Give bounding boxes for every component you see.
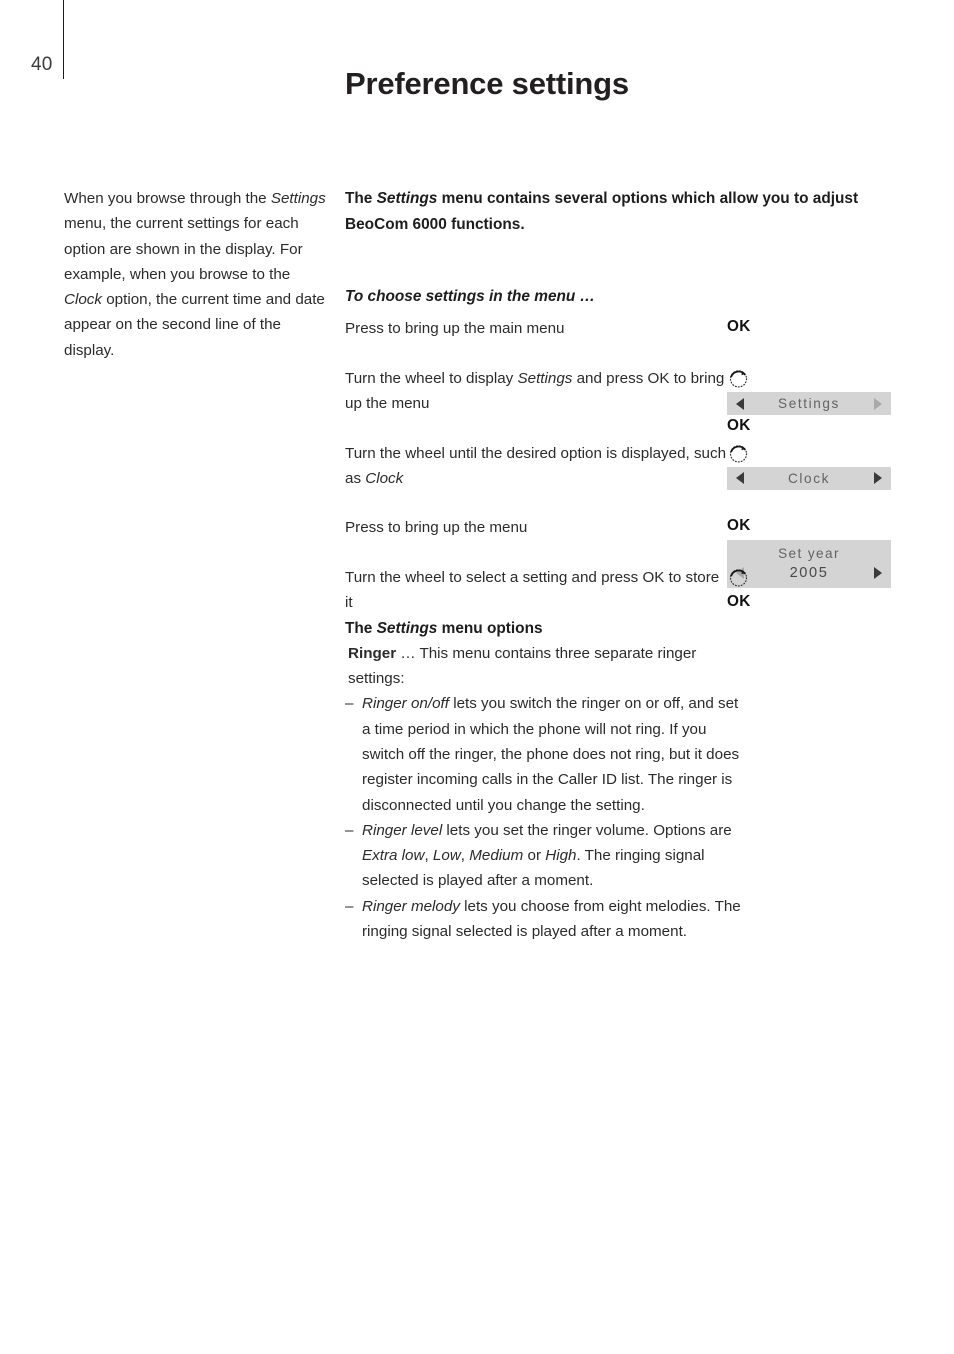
step-instruction-text: Press to bring up the menu — [345, 519, 528, 537]
step-row: Turn the wheel to select a setting and p… — [345, 565, 893, 616]
wheel-icon — [728, 567, 895, 588]
bullet-dash: – — [345, 897, 354, 915]
phone-display-bar: Settings — [727, 392, 891, 415]
ok-button-label[interactable]: OK — [727, 316, 895, 338]
list-item: – Ringer melody lets you choose from eigh… — [345, 894, 745, 945]
document-page: 40 Preference settings When you browse t… — [0, 0, 954, 1354]
phone-display-bar: Clock — [727, 466, 891, 490]
step-visual-column: Settings OK — [727, 366, 895, 437]
wheel-icon — [728, 443, 895, 464]
wheel-icon — [728, 368, 895, 389]
main-column: The Settings menu contains several optio… — [345, 186, 893, 944]
page-number: 40 — [31, 54, 53, 75]
step-row: Press to bring up the main menu OK — [345, 316, 893, 342]
list-item: – Ringer level lets you set the ringer vo… — [345, 818, 745, 894]
step-instruction-text: Press to bring up the main menu — [345, 320, 565, 337]
left-column-paragraph: When you browse through the Settings men… — [64, 190, 326, 359]
bullet-dash: – — [345, 695, 354, 713]
left-column: When you browse through the Settings men… — [64, 186, 332, 363]
arrow-right-icon — [874, 472, 882, 485]
display-box-title: Set year — [778, 545, 840, 561]
intro-paragraph: The Settings menu contains several optio… — [345, 190, 859, 233]
step-row: Press to bring up the menu OK Set year 2005 — [345, 515, 895, 589]
ok-button-label[interactable]: OK — [727, 591, 895, 613]
step-row: Turn the wheel to display Settings and p… — [345, 366, 893, 434]
step-visual-column: Clock — [727, 441, 895, 490]
section-subheading: To choose settings in the menu … — [345, 288, 595, 305]
list-item: – Ringer on/off lets you switch the ringe… — [345, 691, 745, 817]
header-vertical-rule — [63, 0, 64, 79]
step-instruction-text: Turn the wheel to select a setting and p… — [345, 569, 720, 612]
display-bar-label: Clock — [788, 470, 830, 486]
options-intro: Ringer … This menu contains three separa… — [348, 644, 697, 688]
settings-menu-options-section: The Settings menu options Ringer … This … — [345, 616, 893, 945]
options-heading: The Settings menu options — [345, 619, 543, 637]
steps-list: Press to bring up the main menu OK Turn th… — [345, 316, 893, 616]
step-instruction-text: Turn the wheel to display Settings and p… — [345, 370, 725, 413]
arrow-right-icon — [874, 397, 882, 410]
ok-button-label[interactable]: OK — [727, 515, 895, 537]
ok-button-label[interactable]: OK — [727, 415, 895, 437]
step-row: Turn the wheel until the desired option … — [345, 441, 893, 492]
step-visual-column: OK — [727, 565, 895, 613]
step-instruction-text: Turn the wheel until the desired option … — [345, 444, 727, 487]
page-title: Preference settings — [345, 65, 629, 101]
step-visual-column: OK — [727, 316, 895, 338]
display-bar-label: Settings — [778, 396, 840, 411]
arrow-left-icon — [736, 472, 744, 485]
ringer-options-list: – Ringer on/off lets you switch the ringe… — [345, 691, 745, 944]
arrow-left-icon — [736, 397, 744, 410]
bullet-dash: – — [345, 821, 354, 839]
